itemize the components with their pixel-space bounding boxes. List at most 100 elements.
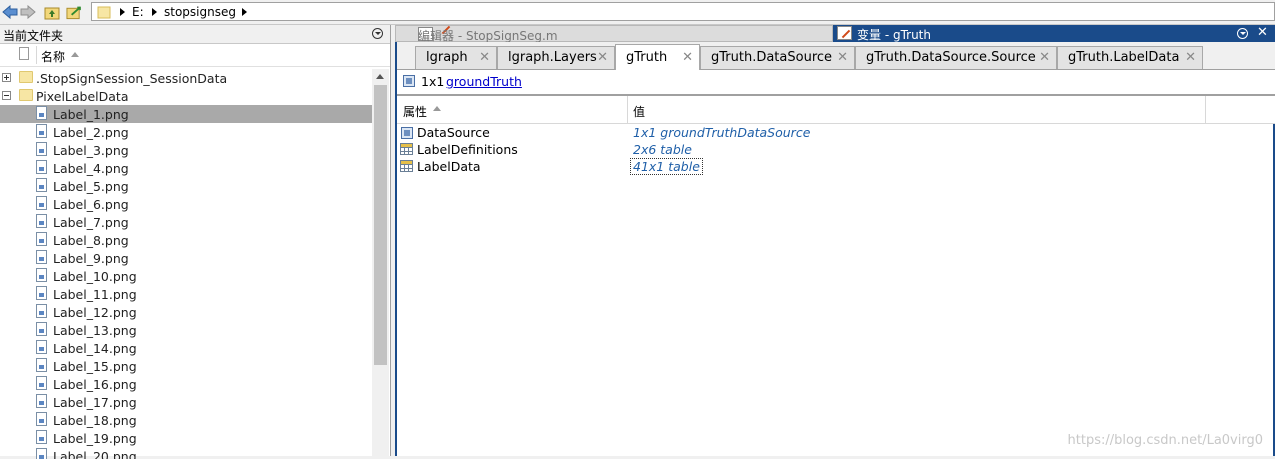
property-value[interactable]: 2x6 table	[633, 142, 692, 157]
path-separator-icon[interactable]	[242, 8, 247, 16]
list-item[interactable]: Label_10.png	[0, 267, 372, 285]
property-value-focused[interactable]: 41x1 table	[630, 158, 703, 175]
column-header-value[interactable]: 值	[633, 103, 645, 120]
list-item-label: Label_16.png	[53, 377, 137, 392]
png-file-icon	[36, 232, 47, 246]
browse-folder-icon[interactable]	[66, 4, 82, 20]
list-item-label: PixelLabelData	[36, 89, 129, 104]
tab-gtruth-datasource-source[interactable]: gTruth.DataSource.Source ✕	[855, 46, 1057, 69]
tab-gtruth[interactable]: gTruth ✕	[615, 44, 700, 70]
png-file-icon	[36, 214, 47, 228]
list-item-label: Label_3.png	[53, 143, 129, 158]
navigation-toolbar: E: stopsignseg	[0, 0, 1275, 25]
current-path-bar[interactable]: E: stopsignseg	[91, 2, 1275, 21]
list-item[interactable]: Label_11.png	[0, 285, 372, 303]
editor-titlebar[interactable]: 编辑器 - StopSignSeg.m	[395, 25, 833, 43]
sort-ascending-icon	[433, 106, 441, 111]
list-item-selected[interactable]: Label_1.png	[0, 105, 372, 123]
back-arrow-icon[interactable]	[2, 4, 18, 20]
column-header-name[interactable]: 名称	[41, 48, 65, 65]
list-item[interactable]: Label_5.png	[0, 177, 372, 195]
property-value[interactable]: 1x1 groundTruthDataSource	[633, 125, 810, 140]
table-row[interactable]: LabelDefinitions 2x6 table	[397, 141, 1275, 158]
property-name: LabelData	[417, 159, 481, 174]
png-file-icon	[36, 304, 47, 318]
list-item[interactable]: Label_7.png	[0, 213, 372, 231]
close-tab-icon[interactable]: ✕	[682, 50, 693, 65]
list-item[interactable]: Label_19.png	[0, 429, 372, 447]
close-panel-icon[interactable]: ✕	[1257, 25, 1268, 40]
path-separator-icon[interactable]	[152, 8, 157, 16]
list-item[interactable]: Label_2.png	[0, 123, 372, 141]
list-item[interactable]: Label_13.png	[0, 321, 372, 339]
close-tab-icon[interactable]: ✕	[1185, 50, 1196, 65]
list-item-label: Label_4.png	[53, 161, 129, 176]
list-item[interactable]: Label_20.png	[0, 447, 372, 459]
close-tab-icon[interactable]: ✕	[597, 50, 608, 65]
close-tab-icon[interactable]: ✕	[837, 50, 848, 65]
list-item[interactable]: Label_9.png	[0, 249, 372, 267]
list-item-label: Label_17.png	[53, 395, 137, 410]
list-item-label: Label_14.png	[53, 341, 137, 356]
object-size: 1x1	[421, 74, 445, 89]
object-icon	[401, 127, 413, 139]
property-name: LabelDefinitions	[417, 142, 518, 157]
tab-gtruth-labeldata[interactable]: gTruth.LabelData ✕	[1057, 46, 1203, 69]
list-item-label: Label_1.png	[53, 107, 129, 122]
column-divider	[627, 96, 628, 123]
png-file-icon	[36, 448, 47, 459]
close-tab-icon[interactable]: ✕	[479, 50, 490, 65]
object-icon	[403, 75, 415, 87]
tab-label: gTruth.DataSource.Source	[866, 50, 1036, 65]
list-item[interactable]: Label_17.png	[0, 393, 372, 411]
forward-arrow-icon[interactable]	[20, 4, 36, 20]
list-item[interactable]: Label_16.png	[0, 375, 372, 393]
file-list-header: 名称	[0, 44, 390, 67]
file-type-column-icon[interactable]	[19, 47, 29, 60]
list-item-label: Label_20.png	[53, 449, 137, 459]
png-file-icon	[36, 124, 47, 138]
scroll-up-icon[interactable]	[376, 74, 384, 79]
tab-lgraph[interactable]: lgraph ✕	[415, 46, 497, 69]
table-icon	[400, 160, 413, 172]
list-item[interactable]: Label_14.png	[0, 339, 372, 357]
list-item[interactable]: PixelLabelData	[0, 87, 372, 105]
tab-lgraph-layers[interactable]: lgraph.Layers ✕	[497, 46, 615, 69]
variables-panel: lgraph ✕ lgraph.Layers ✕ gTruth ✕ gTruth…	[395, 42, 1275, 456]
tab-gtruth-datasource[interactable]: gTruth.DataSource ✕	[700, 46, 855, 69]
panel-actions-menu-icon[interactable]	[1237, 28, 1248, 39]
close-tab-icon[interactable]: ✕	[1039, 50, 1050, 65]
panel-actions-menu-icon[interactable]	[372, 28, 383, 39]
column-divider	[1205, 96, 1206, 123]
tab-label: gTruth.DataSource	[711, 50, 833, 65]
list-item[interactable]: .StopSignSession_SessionData	[0, 69, 372, 87]
path-separator-icon[interactable]	[120, 8, 125, 16]
table-row[interactable]: DataSource 1x1 groundTruthDataSource	[397, 124, 1275, 141]
properties-header: 属性 值	[397, 96, 1275, 124]
list-item[interactable]: Label_8.png	[0, 231, 372, 249]
variable-tabs: lgraph ✕ lgraph.Layers ✕ gTruth ✕ gTruth…	[397, 42, 1275, 70]
scrollbar-thumb[interactable]	[374, 85, 387, 365]
png-file-icon	[36, 142, 47, 156]
table-icon	[400, 143, 413, 155]
list-item-label: Label_6.png	[53, 197, 129, 212]
object-class-link[interactable]: groundTruth	[446, 74, 522, 89]
path-segment-folder[interactable]: stopsignseg	[164, 5, 236, 19]
table-row[interactable]: LabelData 41x1 table	[397, 158, 1275, 175]
list-item[interactable]: Label_4.png	[0, 159, 372, 177]
sort-ascending-icon	[71, 52, 79, 57]
list-item[interactable]: Label_12.png	[0, 303, 372, 321]
column-header-property[interactable]: 属性	[403, 103, 427, 120]
up-folder-icon[interactable]	[44, 4, 60, 20]
file-list-scrollbar[interactable]	[372, 69, 389, 456]
variables-title: 变量 - gTruth	[857, 28, 931, 42]
list-item[interactable]: Label_18.png	[0, 411, 372, 429]
collapse-minus-icon[interactable]	[2, 91, 11, 100]
list-item[interactable]: Label_15.png	[0, 357, 372, 375]
list-item[interactable]: Label_3.png	[0, 141, 372, 159]
folder-icon	[96, 4, 112, 20]
expand-plus-icon[interactable]	[2, 73, 11, 82]
path-segment-drive[interactable]: E:	[132, 5, 144, 19]
list-item[interactable]: Label_6.png	[0, 195, 372, 213]
watermark: https://blog.csdn.net/La0virg0	[1067, 433, 1263, 448]
